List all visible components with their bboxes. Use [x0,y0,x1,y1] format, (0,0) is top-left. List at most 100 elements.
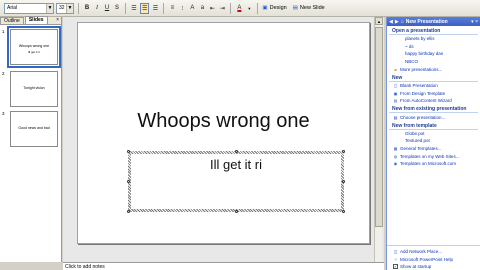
numbering-icon[interactable]: ≡ [168,3,176,14]
chevron-down-icon[interactable]: ▼ [66,3,73,13]
design-label: Design [269,5,287,11]
subtitle-text[interactable]: Ill get it ri [131,157,341,172]
resize-handle[interactable] [342,180,345,183]
document-icon: ▤ [393,114,398,120]
design-button[interactable]: ▣ Design [262,5,286,11]
web-templates-link[interactable]: ◍ Templates on my Web Sites... [387,152,480,160]
font-color-button[interactable]: A [235,3,243,14]
wizard-icon: ▤ [393,98,398,104]
templates-icon: ▦ [393,146,398,152]
scroll-up-icon[interactable]: ▲ [375,17,383,25]
general-templates-link[interactable]: ▦ General Templates... [387,145,480,153]
task-pane-footer: ◫ Add Network Place... ? Microsoft Power… [387,244,480,270]
font-name-value: Arial [7,5,18,11]
design-template-link[interactable]: ▣ From Design Template [387,89,480,97]
chevron-down-icon[interactable]: ▼ [46,3,53,13]
section-existing: New from existing presentation [389,104,478,113]
web-icon: ◍ [393,153,398,159]
textbox-body[interactable]: Ill get it ri [131,154,341,209]
link-label: From Design Template [400,90,446,96]
slide-canvas[interactable]: Whoops wrong one Ill get it ri [77,22,370,244]
separator [163,2,165,14]
show-at-startup-checkbox[interactable]: ✓ Show at startup [387,263,480,270]
formatting-toolbar: Arial ▼ 32 ▼ B I U S ☰ ☰ ☰ ≡ ⁝ A a ⇤ ⇥ A… [0,0,480,17]
thumbnail-title: Whoops wrong one [18,44,50,48]
slide-thumbnail[interactable]: Tonight vision [10,71,58,107]
slide-thumbnail-row[interactable]: 3 Good news and bad [2,111,58,147]
slide-number: 3 [2,111,5,116]
underline-button[interactable]: U [103,3,111,14]
increase-indent-icon[interactable]: ⇥ [218,3,226,14]
font-name-combo[interactable]: Arial ▼ [4,2,54,14]
new-slide-button[interactable]: ▤ New Slide [293,5,325,11]
bold-button[interactable]: B [83,3,91,14]
design-icon: ▣ [262,5,268,11]
increase-font-icon[interactable]: A [188,3,196,14]
slide-thumbnail[interactable]: Whoops wrong one Ill get it ri [7,26,61,68]
scroll-thumb[interactable] [375,27,383,227]
slide-title[interactable]: Whoops wrong one [78,110,369,133]
add-network-place-link[interactable]: ◫ Add Network Place... [387,248,480,256]
vertical-scrollbar[interactable]: ▲ [374,17,383,262]
tab-outline[interactable]: Outline [0,17,24,24]
slides-pane: Outline Slides × 1 Whoops wrong one Ill … [0,16,62,262]
shadow-button[interactable]: S [113,3,121,14]
blank-document-icon: ▢ [393,83,398,89]
new-slide-icon: ▤ [292,5,298,11]
resize-handle[interactable] [127,210,130,213]
pane-tabs: Outline Slides × [0,16,61,25]
choose-presentation-link[interactable]: ▤ Choose presentation... [387,113,480,121]
recent-file-link[interactable]: happy birthday dan [387,50,480,58]
recent-file-link[interactable]: NBCO [387,58,480,66]
autocontent-wizard-link[interactable]: ▤ From AutoContent Wizard [387,97,480,105]
decrease-indent-icon[interactable]: ⇤ [208,3,216,14]
thumbnail-title: Good news and bad [18,126,50,130]
slide-thumbnail-row[interactable]: 1 Whoops wrong one Ill get it ri [2,26,61,68]
link-label: Blank Presentation [400,83,438,89]
template-file-link[interactable]: Textured.pot [387,137,480,145]
home-icon[interactable]: ⌂ [401,19,404,25]
decrease-font-icon[interactable]: a [198,3,206,14]
subtitle-textbox[interactable]: Ill get it ri [127,150,345,213]
resize-handle[interactable] [127,150,130,153]
resize-handle[interactable] [127,180,130,183]
notes-pane[interactable]: Click to add notes [63,262,384,270]
link-label: Add Network Place... [400,249,443,255]
bullets-icon[interactable]: ⁝ [178,3,186,14]
align-right-icon[interactable]: ☰ [151,3,159,14]
help-icon: ? [394,256,397,262]
blank-presentation-link[interactable]: ▢ Blank Presentation [387,82,480,90]
template-file-link[interactable]: Globe.pot [387,130,480,138]
link-label: Choose presentation... [400,114,446,120]
folder-icon: ▰ [393,66,398,72]
task-pane-header: ◀ ▶ ⌂ New Presentation ▾ × [387,17,480,26]
resize-handle[interactable] [342,150,345,153]
resize-handle[interactable] [342,210,345,213]
link-label: General Templates... [400,146,442,152]
close-icon[interactable]: ▾ × [471,19,480,25]
forward-icon[interactable]: ▶ [395,19,399,25]
help-link[interactable]: ? Microsoft PowerPoint Help [387,255,480,263]
chevron-down-icon[interactable]: ▼ [245,3,253,14]
back-icon[interactable]: ◀ [389,19,393,25]
network-icon: ◫ [393,249,398,255]
recent-file-link[interactable]: planets by ellis [387,35,480,43]
slide-thumbnail-row[interactable]: 2 Tonight vision [2,71,58,107]
slide-thumbnail[interactable]: Good news and bad [10,111,58,147]
section-template: New from template [389,121,478,130]
tab-slides[interactable]: Slides [24,16,48,24]
font-size-combo[interactable]: 32 ▼ [56,2,74,14]
italic-button[interactable]: I [93,3,101,14]
resize-handle[interactable] [235,150,238,153]
checkbox-checked-icon[interactable]: ✓ [393,264,398,270]
microsoft-templates-link[interactable]: ◉ Templates on Microsoft.com [387,160,480,168]
more-presentations-link[interactable]: ▰ More presentations... [387,65,480,73]
task-pane-title: New Presentation [405,18,448,25]
link-label: More presentations... [400,66,443,72]
recent-file-link[interactable]: ~ ds [387,43,480,51]
close-icon[interactable]: × [56,17,61,24]
align-center-icon[interactable]: ☰ [140,2,150,14]
new-slide-label: New Slide [299,5,325,11]
resize-handle[interactable] [235,210,238,213]
align-left-icon[interactable]: ☰ [130,3,138,14]
